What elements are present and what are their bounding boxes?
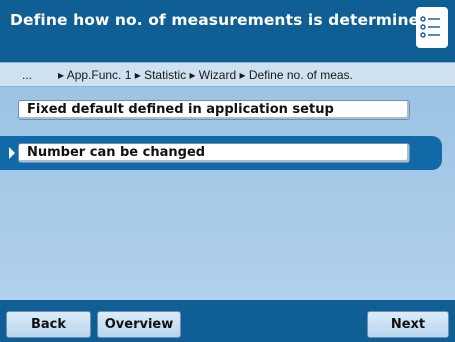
option-label: Fixed default defined in application set… [27,102,334,117]
list-icon-glyph [420,16,440,38]
option-fixed-default[interactable]: Fixed default defined in application set… [18,100,410,120]
breadcrumb-path: ▸ App.Func. 1 ▸ Statistic ▸ Wizard ▸ Def… [58,68,353,82]
breadcrumb-ellipsis: ... [22,68,33,82]
page-title: Define how no. of measurements is determ… [10,11,431,29]
option-number-changeable[interactable]: Number can be changed [18,143,410,163]
list-icon[interactable] [416,7,448,48]
selection-arrow-icon [9,147,15,159]
breadcrumb: ... ▸ App.Func. 1 ▸ Statistic ▸ Wizard ▸… [0,62,455,87]
overview-button[interactable]: Overview [97,311,181,338]
option-label: Number can be changed [27,145,206,160]
title-bar: Define how no. of measurements is determ… [0,0,455,62]
back-button[interactable]: Back [6,311,91,338]
next-button[interactable]: Next [367,311,449,338]
